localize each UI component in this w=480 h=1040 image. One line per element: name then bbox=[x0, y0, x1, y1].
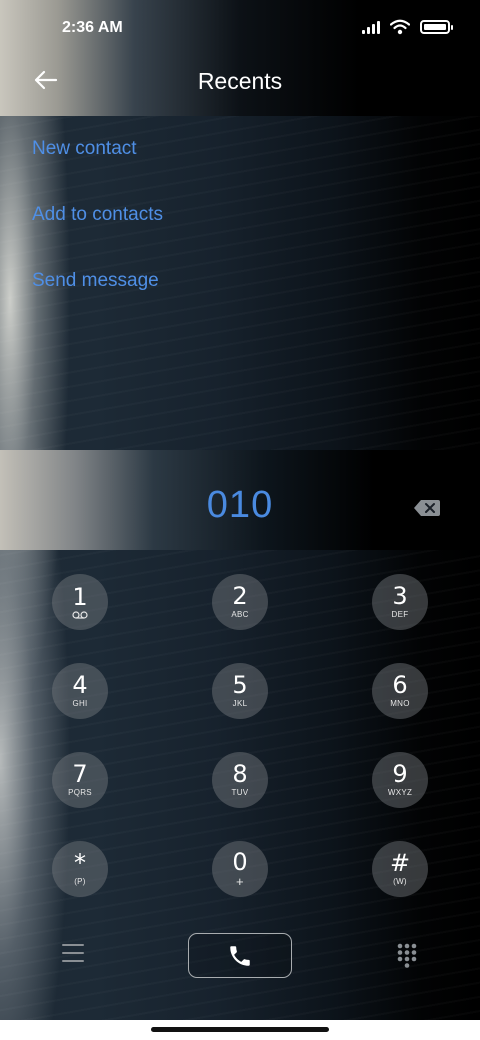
key-1[interactable]: 1 bbox=[52, 574, 108, 630]
call-button[interactable] bbox=[188, 933, 292, 978]
key-2[interactable]: 2 ABC bbox=[212, 574, 268, 630]
send-message-link[interactable]: Send message bbox=[32, 256, 163, 322]
key-letters: MNO bbox=[390, 699, 410, 708]
key-digit: * bbox=[74, 849, 86, 877]
phone-icon bbox=[230, 945, 250, 966]
key-8[interactable]: 8 TUV bbox=[212, 752, 268, 808]
key-letters: TUV bbox=[231, 788, 249, 797]
key-digit: 5 bbox=[232, 671, 248, 699]
bottom-action-bar bbox=[0, 930, 480, 982]
battery-icon bbox=[420, 20, 453, 34]
key-7[interactable]: 7 PQRS bbox=[52, 752, 108, 808]
page-title: Recents bbox=[197, 68, 283, 94]
signal-icon bbox=[362, 20, 380, 34]
key-digit: # bbox=[389, 849, 411, 877]
key-letters: (W) bbox=[393, 877, 407, 886]
dial-keypad: 1 2 ABC 3 DEF 4 GHI 5 JKL 6 MNO 7 PQRS 8… bbox=[52, 574, 428, 897]
hamburger-icon[interactable] bbox=[62, 944, 84, 964]
key-digit: 9 bbox=[392, 760, 408, 788]
key-3[interactable]: 3 DEF bbox=[372, 574, 428, 630]
add-to-contacts-link[interactable]: Add to contacts bbox=[32, 190, 163, 256]
voicemail-icon bbox=[72, 611, 88, 619]
status-icons bbox=[362, 19, 453, 35]
dialed-number: 010 bbox=[206, 484, 274, 526]
key-digit: 6 bbox=[392, 671, 408, 699]
key-digit: 7 bbox=[72, 760, 88, 788]
key-letters: DEF bbox=[391, 610, 409, 619]
key-digit: 1 bbox=[72, 583, 88, 611]
action-menu: New contact Add to contacts Send message bbox=[32, 124, 163, 322]
key-letters: JKL bbox=[232, 699, 248, 708]
key-6[interactable]: 6 MNO bbox=[372, 663, 428, 719]
key-letters: + bbox=[236, 874, 244, 889]
key-digit: 4 bbox=[72, 671, 88, 699]
key-digit: 8 bbox=[232, 760, 248, 788]
key-0[interactable]: 0 + bbox=[212, 841, 268, 897]
key-5[interactable]: 5 JKL bbox=[212, 663, 268, 719]
key-digit: 3 bbox=[392, 582, 408, 610]
key-4[interactable]: 4 GHI bbox=[52, 663, 108, 719]
key-letters: WXYZ bbox=[387, 788, 413, 797]
key-digit: 2 bbox=[232, 582, 248, 610]
key-hash[interactable]: # (W) bbox=[372, 841, 428, 897]
wifi-icon bbox=[390, 19, 410, 35]
key-9[interactable]: 9 WXYZ bbox=[372, 752, 428, 808]
dialpad-icon[interactable] bbox=[396, 942, 418, 968]
key-letters: ABC bbox=[231, 610, 249, 619]
status-bar: 2:36 AM bbox=[0, 0, 480, 56]
backspace-icon[interactable] bbox=[413, 498, 441, 518]
key-star[interactable]: * (P) bbox=[52, 841, 108, 897]
key-letters: (P) bbox=[74, 877, 86, 886]
key-letters: GHI bbox=[72, 699, 88, 708]
key-letters: PQRS bbox=[68, 788, 92, 797]
key-digit: 0 bbox=[232, 848, 248, 876]
status-time: 2:36 AM bbox=[62, 19, 123, 36]
new-contact-link[interactable]: New contact bbox=[32, 124, 163, 190]
home-indicator[interactable] bbox=[151, 1027, 329, 1032]
